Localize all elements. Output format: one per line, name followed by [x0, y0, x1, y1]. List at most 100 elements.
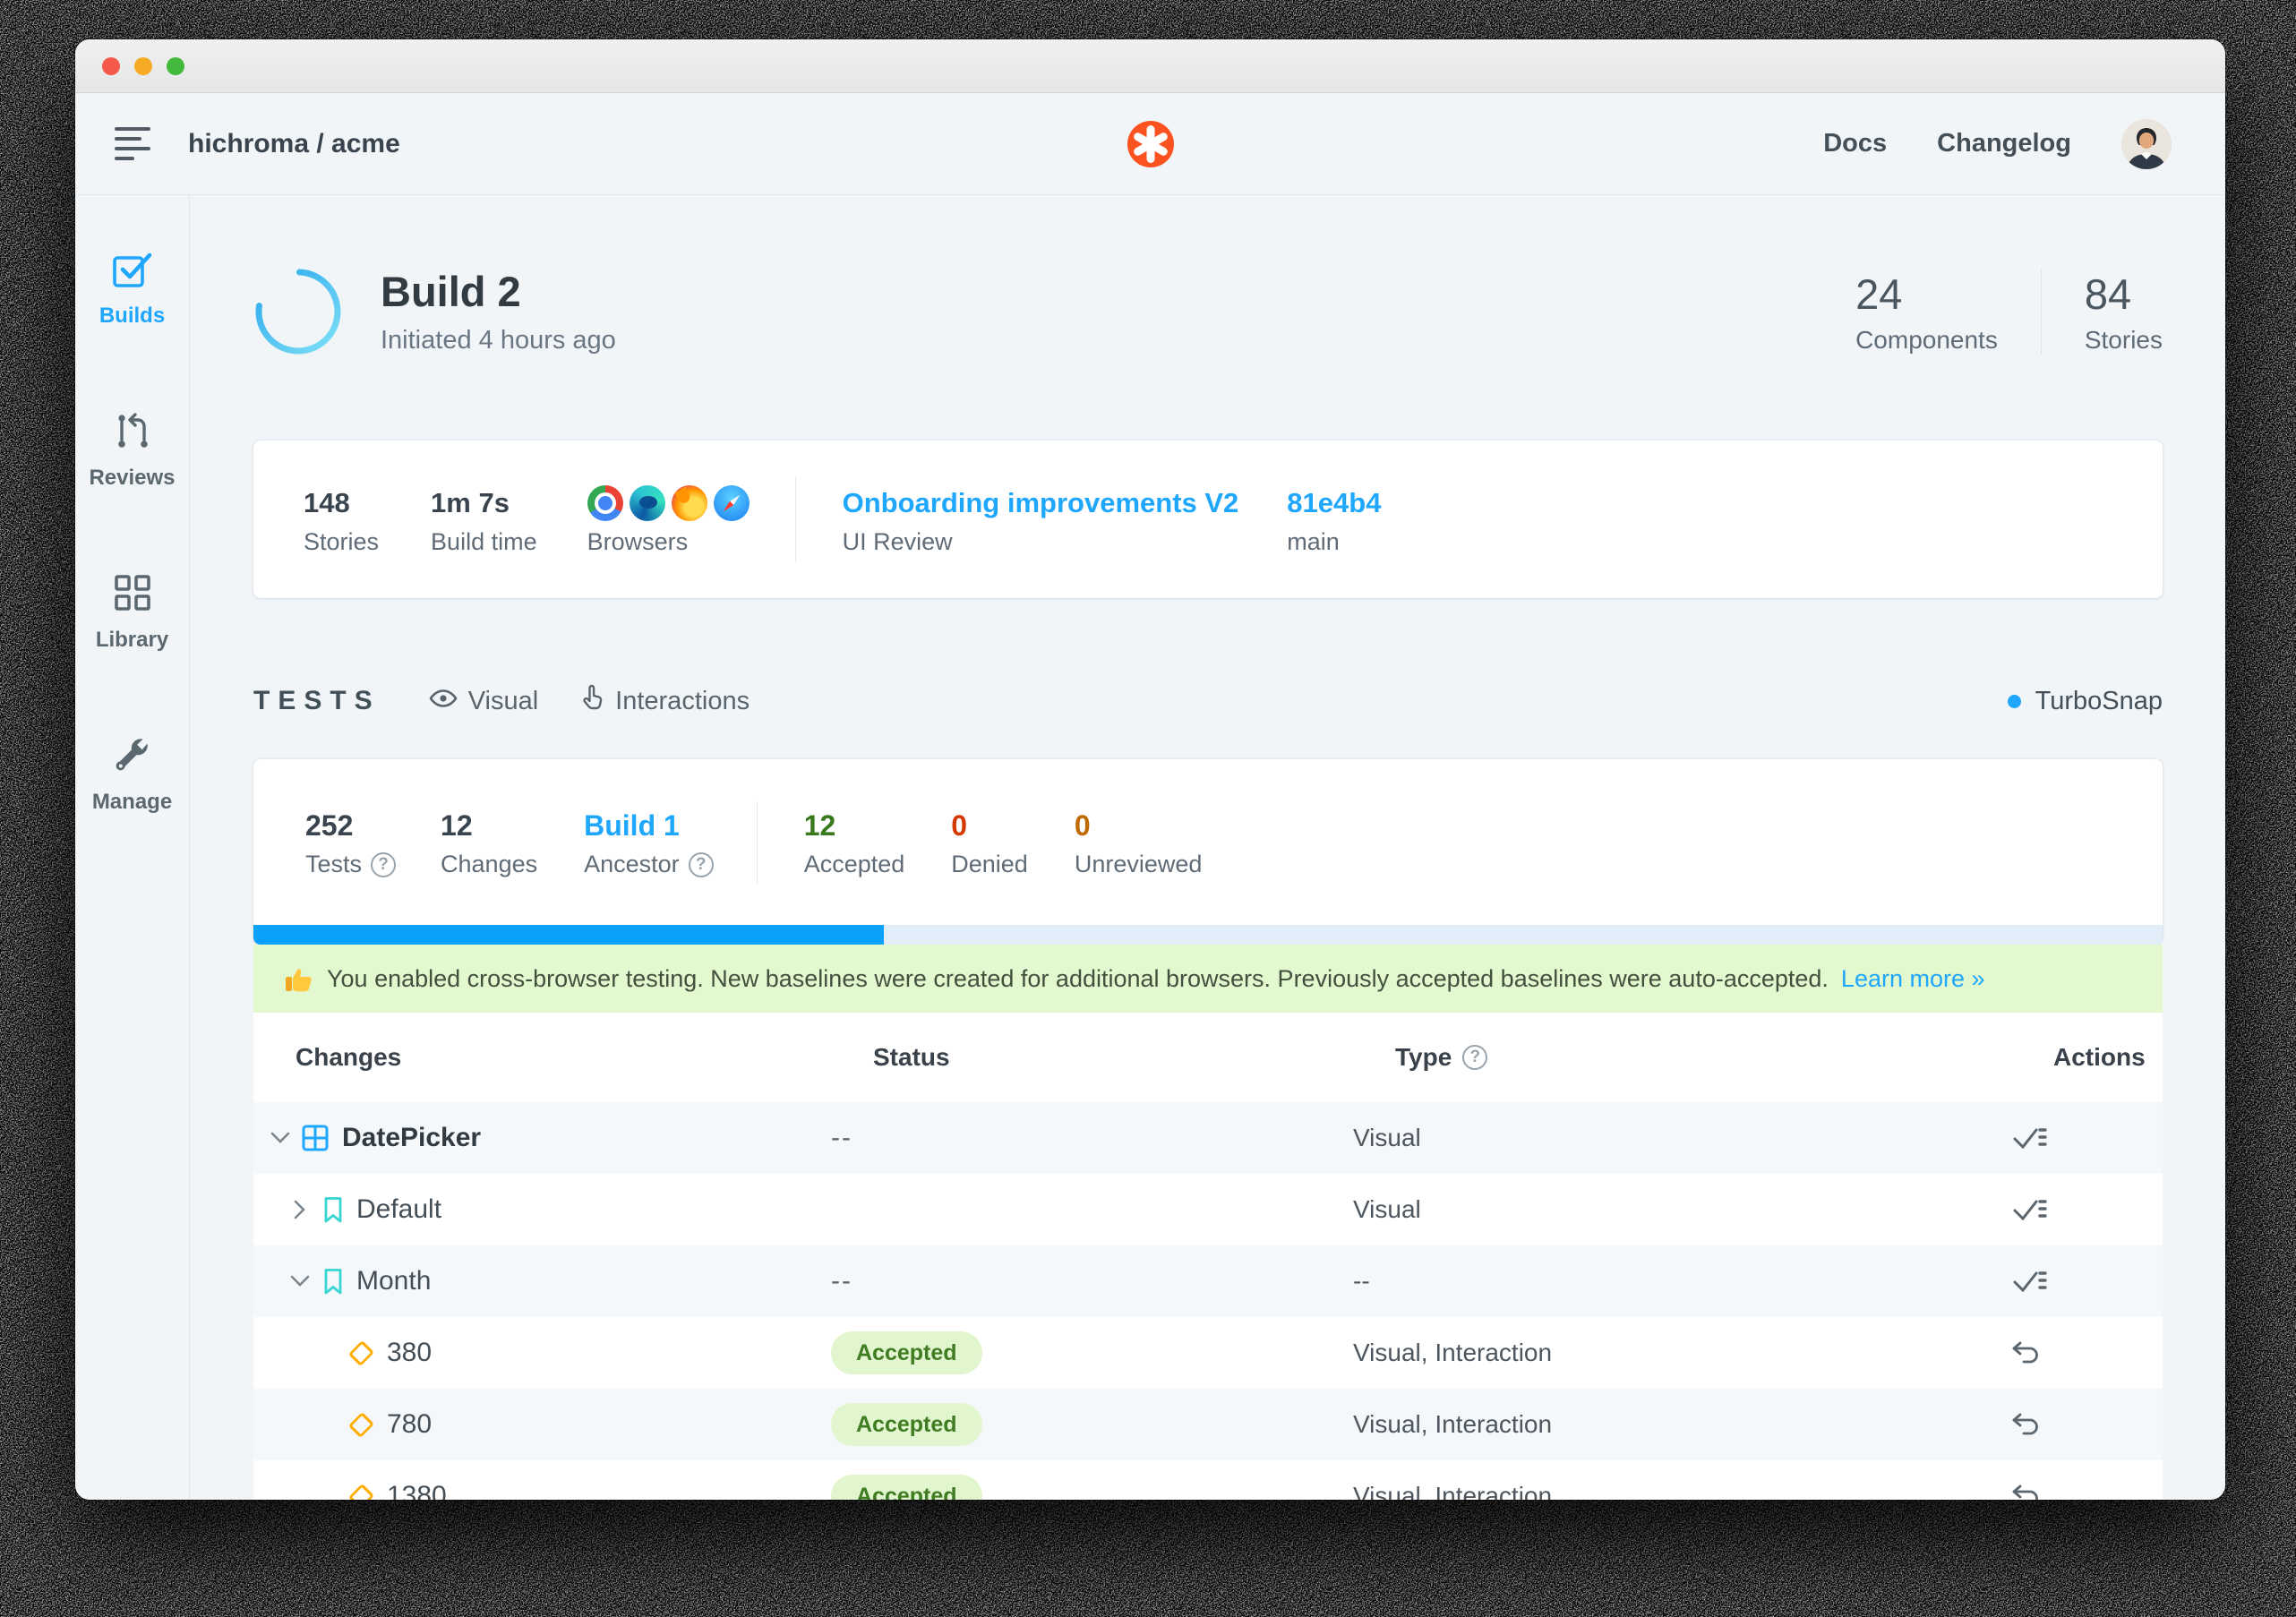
sidebar: Builds Reviews — [75, 195, 190, 1500]
sidebar-item-builds[interactable]: Builds — [99, 251, 165, 329]
chevron-down-icon[interactable] — [265, 1132, 296, 1144]
row-type-cell: Visual — [1353, 1195, 2011, 1224]
row-actions-cell — [2011, 1340, 2163, 1365]
undo-icon[interactable] — [2011, 1484, 2163, 1500]
manage-icon — [112, 735, 151, 779]
batch-accept-icon[interactable] — [2011, 1267, 2163, 1296]
row-status-cell: -- Accepted — [831, 1475, 1353, 1500]
turbosnap-indicator[interactable]: TurboSnap — [2008, 687, 2163, 716]
interaction-tests-label: Interactions — [615, 687, 750, 716]
chevron-right-icon[interactable] — [285, 1200, 315, 1219]
tests-stats-row: 252 Tests? 12 Changes Build 1 Ancestor? … — [253, 759, 2163, 925]
row-label: Month — [356, 1266, 431, 1296]
interaction-tests-tab[interactable]: Interactions — [581, 684, 750, 718]
column-header-type: Type ? — [1395, 1043, 2053, 1072]
sidebar-toggle-icon[interactable] — [115, 127, 152, 160]
branch-title-link[interactable]: Onboarding improvements V2 — [843, 483, 1239, 523]
row-name-cell: 780 — [253, 1409, 831, 1440]
main-content: Build 2 Initiated 4 hours ago 24 Compone… — [190, 195, 2225, 1500]
build-progress-spinner — [253, 267, 343, 356]
banner-text: You enabled cross-browser testing. New b… — [327, 965, 1829, 993]
table-row[interactable]: 380 -- Accepted Visual, Interaction — [253, 1317, 2163, 1389]
fullscreen-button[interactable] — [167, 57, 184, 75]
table-row[interactable]: 1380 -- Accepted Visual, Interaction — [253, 1460, 2163, 1500]
branch-label: UI Review — [843, 528, 1239, 556]
stories-label: Stories — [2085, 326, 2163, 355]
row-actions-cell — [2011, 1124, 2163, 1152]
workspace-breadcrumb[interactable]: hichroma / acme — [188, 129, 400, 159]
browsers-label: Browsers — [587, 528, 756, 556]
batch-accept-icon[interactable] — [2011, 1124, 2163, 1152]
row-type-cell: Visual, Interaction — [1353, 1410, 2011, 1439]
denied-label: Denied — [951, 851, 1028, 878]
tests-section-bar: TESTS Visual — [253, 684, 2163, 718]
sidebar-item-library[interactable]: Library — [96, 573, 168, 653]
status-empty: -- — [831, 1123, 852, 1152]
user-avatar[interactable] — [2121, 119, 2172, 169]
components-label: Components — [1855, 326, 1998, 355]
row-type-cell: Visual, Interaction — [1353, 1482, 2011, 1500]
tests-count: 252 — [305, 806, 396, 845]
nav-docs-link[interactable]: Docs — [1823, 129, 1887, 158]
safari-icon — [714, 485, 750, 521]
build-counts: 24 Components 84 Stories — [1855, 270, 2163, 355]
snapshot-diamond-icon — [348, 1411, 374, 1437]
row-type-cell: -- — [1353, 1267, 2011, 1296]
row-actions-cell — [2011, 1412, 2163, 1437]
row-name-cell: Default — [253, 1194, 831, 1225]
nav-changelog-link[interactable]: Changelog — [1937, 129, 2071, 158]
reviews-icon — [114, 411, 151, 455]
divider — [757, 801, 758, 884]
review-progress-fill — [253, 925, 884, 945]
divider — [2041, 270, 2042, 355]
unreviewed-label: Unreviewed — [1075, 851, 1203, 878]
chevron-down-icon[interactable] — [285, 1275, 315, 1288]
story-bookmark-icon — [322, 1196, 344, 1223]
close-button[interactable] — [102, 57, 120, 75]
component-icon — [301, 1124, 330, 1152]
row-label: DatePicker — [342, 1123, 481, 1153]
app-header: hichroma / acme Docs Changelog — [75, 93, 2225, 195]
story-bookmark-icon — [322, 1268, 344, 1295]
status-accepted-badge: Accepted — [831, 1475, 982, 1500]
build-title: Build 2 — [381, 268, 616, 316]
review-progress-bar — [253, 925, 2163, 945]
table-row[interactable]: DatePicker -- Visual — [253, 1102, 2163, 1174]
undo-icon[interactable] — [2011, 1340, 2163, 1365]
table-row[interactable]: Default -- Visual — [253, 1174, 2163, 1245]
row-actions-cell — [2011, 1267, 2163, 1296]
help-icon[interactable]: ? — [371, 852, 396, 877]
banner-learn-more-link[interactable]: Learn more » — [1841, 965, 1985, 993]
status-accepted-badge: Accepted — [831, 1331, 982, 1374]
table-rows: DatePicker -- Visual — [253, 1102, 2163, 1500]
builds-icon — [112, 251, 153, 293]
row-status-cell: -- Accepted — [831, 1403, 1353, 1446]
accepted-label: Accepted — [804, 851, 905, 878]
build-time-label: Build time — [431, 528, 537, 556]
row-name-cell: DatePicker — [253, 1123, 831, 1153]
sidebar-item-manage[interactable]: Manage — [92, 735, 172, 815]
help-icon[interactable]: ? — [689, 852, 714, 877]
table-row[interactable]: Month -- -- — [253, 1245, 2163, 1317]
visual-tests-tab[interactable]: Visual — [429, 687, 538, 716]
stories-count: 84 — [2085, 270, 2163, 319]
help-icon[interactable]: ? — [1462, 1045, 1487, 1070]
minimize-button[interactable] — [134, 57, 152, 75]
snapshot-diamond-icon — [348, 1339, 374, 1365]
accepted-count: 12 — [804, 806, 905, 845]
header-nav: Docs Changelog — [1823, 119, 2172, 169]
divider — [795, 476, 796, 562]
table-row[interactable]: 780 -- Accepted Visual, Interaction — [253, 1389, 2163, 1460]
chrome-icon — [587, 485, 623, 521]
thumbs-up-icon — [284, 963, 314, 994]
row-status-cell: -- Accepted — [831, 1331, 1353, 1374]
undo-icon[interactable] — [2011, 1412, 2163, 1437]
commit-link[interactable]: 81e4b4 — [1287, 483, 1381, 523]
brand-logo-icon[interactable] — [1127, 121, 1174, 167]
sidebar-item-reviews[interactable]: Reviews — [89, 411, 175, 491]
ancestor-build-link[interactable]: Build 1 — [584, 806, 714, 845]
unreviewed-count: 0 — [1075, 806, 1203, 845]
batch-accept-icon[interactable] — [2011, 1195, 2163, 1224]
components-count: 24 — [1855, 270, 1998, 319]
visual-tests-label: Visual — [468, 687, 538, 716]
